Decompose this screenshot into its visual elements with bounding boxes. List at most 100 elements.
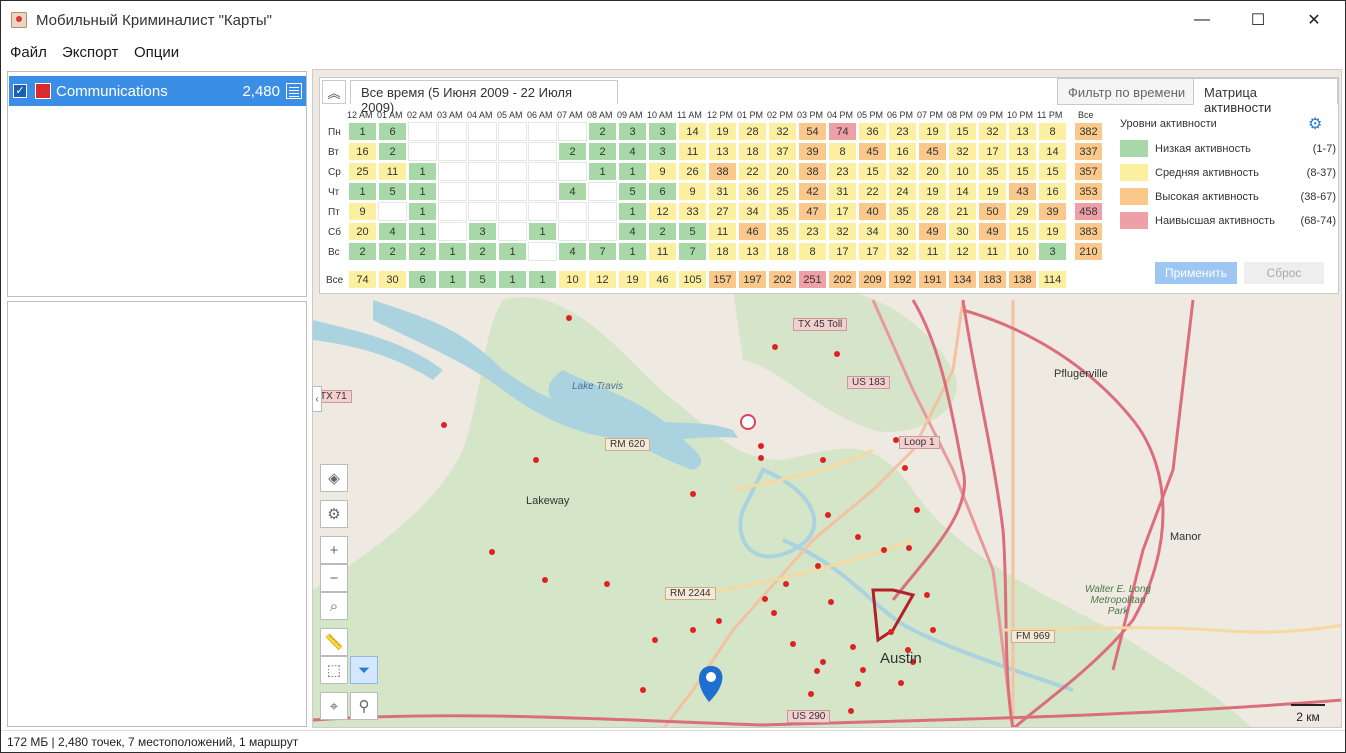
- matrix-cell[interactable]: 35: [768, 222, 797, 241]
- matrix-cell[interactable]: 2: [648, 222, 677, 241]
- matrix-cell[interactable]: [558, 202, 587, 221]
- matrix-cell[interactable]: 10: [948, 162, 977, 181]
- matrix-cell[interactable]: 2: [408, 242, 437, 261]
- matrix-cell[interactable]: [378, 202, 407, 221]
- maximize-button[interactable]: ☐: [1235, 1, 1281, 39]
- matrix-cell[interactable]: 11: [918, 242, 947, 261]
- matrix-cell[interactable]: 20: [918, 162, 947, 181]
- matrix-cell[interactable]: 13: [738, 242, 767, 261]
- matrix-cell[interactable]: 46: [738, 222, 767, 241]
- zoom-search-icon[interactable]: ⌕: [320, 592, 348, 620]
- matrix-cell[interactable]: [558, 162, 587, 181]
- matrix-cell[interactable]: 40: [858, 202, 887, 221]
- matrix-cell[interactable]: 19: [978, 182, 1007, 201]
- matrix-cell[interactable]: 38: [798, 162, 827, 181]
- matrix-cell[interactable]: 20: [768, 162, 797, 181]
- apply-button[interactable]: Применить: [1155, 262, 1237, 284]
- menu-options[interactable]: Опции: [134, 44, 179, 61]
- matrix-cell[interactable]: 34: [858, 222, 887, 241]
- matrix-cell[interactable]: [498, 162, 527, 181]
- matrix-cell[interactable]: 38: [708, 162, 737, 181]
- matrix-cell[interactable]: 18: [708, 242, 737, 261]
- zoom-in-button[interactable]: +: [320, 536, 348, 564]
- matrix-cell[interactable]: 23: [828, 162, 857, 181]
- matrix-cell[interactable]: 9: [648, 162, 677, 181]
- matrix-cell[interactable]: 2: [378, 142, 407, 161]
- matrix-cell[interactable]: [468, 202, 497, 221]
- matrix-cell[interactable]: 22: [858, 182, 887, 201]
- matrix-cell[interactable]: 7: [678, 242, 707, 261]
- matrix-cell[interactable]: 25: [348, 162, 377, 181]
- matrix-cell[interactable]: 18: [768, 242, 797, 261]
- matrix-cell[interactable]: 22: [738, 162, 767, 181]
- ruler-icon[interactable]: 📏: [320, 628, 348, 656]
- matrix-cell[interactable]: 8: [798, 242, 827, 261]
- matrix-cell[interactable]: 10: [1008, 242, 1037, 261]
- matrix-cell[interactable]: 3: [468, 222, 497, 241]
- route-pins-icon[interactable]: ⚲: [350, 692, 378, 720]
- matrix-cell[interactable]: [588, 222, 617, 241]
- matrix-cell[interactable]: 1: [438, 242, 467, 261]
- matrix-cell[interactable]: 19: [1038, 222, 1067, 241]
- matrix-cell[interactable]: 26: [678, 162, 707, 181]
- reset-button[interactable]: Сброс: [1244, 262, 1324, 284]
- matrix-cell[interactable]: 27: [708, 202, 737, 221]
- matrix-cell[interactable]: 4: [618, 222, 647, 241]
- matrix-cell[interactable]: 1: [618, 162, 647, 181]
- tab-time-filter[interactable]: Фильтр по времени: [1057, 78, 1197, 105]
- matrix-cell[interactable]: 33: [678, 202, 707, 221]
- matrix-cell[interactable]: 32: [828, 222, 857, 241]
- matrix-cell[interactable]: 3: [618, 122, 647, 141]
- matrix-cell[interactable]: 74: [828, 122, 857, 141]
- matrix-cell[interactable]: 15: [948, 122, 977, 141]
- matrix-cell[interactable]: 36: [858, 122, 887, 141]
- matrix-cell[interactable]: 3: [648, 122, 677, 141]
- matrix-cell[interactable]: 9: [348, 202, 377, 221]
- matrix-cell[interactable]: 28: [918, 202, 947, 221]
- tab-activity-matrix[interactable]: Матрица активности: [1193, 78, 1338, 115]
- matrix-cell[interactable]: 2: [468, 242, 497, 261]
- matrix-cell[interactable]: 35: [978, 162, 1007, 181]
- matrix-cell[interactable]: [468, 162, 497, 181]
- layer-row-communications[interactable]: ✓ Communications 2,480: [9, 76, 306, 106]
- matrix-cell[interactable]: 30: [948, 222, 977, 241]
- matrix-cell[interactable]: 45: [858, 142, 887, 161]
- matrix-cell[interactable]: 19: [918, 122, 947, 141]
- matrix-cell[interactable]: [558, 122, 587, 141]
- layer-checkbox[interactable]: ✓: [13, 84, 27, 98]
- close-button[interactable]: ✕: [1291, 1, 1337, 39]
- matrix-cell[interactable]: 35: [768, 202, 797, 221]
- matrix-cell[interactable]: 3: [648, 142, 677, 161]
- matrix-cell[interactable]: 1: [618, 242, 647, 261]
- matrix-cell[interactable]: 12: [648, 202, 677, 221]
- matrix-cell[interactable]: 2: [348, 242, 377, 261]
- select-area-icon[interactable]: ⬚: [320, 656, 348, 684]
- matrix-cell[interactable]: 24: [888, 182, 917, 201]
- matrix-cell[interactable]: 6: [648, 182, 677, 201]
- location-pin-icon[interactable]: ⌖: [320, 692, 348, 720]
- matrix-cell[interactable]: 15: [858, 162, 887, 181]
- matrix-cell[interactable]: 32: [978, 122, 1007, 141]
- matrix-cell[interactable]: 14: [948, 182, 977, 201]
- matrix-cell[interactable]: [468, 182, 497, 201]
- gear-icon[interactable]: ⚙: [1308, 114, 1326, 133]
- matrix-cell[interactable]: 31: [708, 182, 737, 201]
- matrix-cell[interactable]: 1: [588, 162, 617, 181]
- matrix-cell[interactable]: 29: [1008, 202, 1037, 221]
- matrix-cell[interactable]: 7: [588, 242, 617, 261]
- matrix-cell[interactable]: [528, 142, 557, 161]
- matrix-cell[interactable]: [438, 142, 467, 161]
- matrix-cell[interactable]: 1: [348, 182, 377, 201]
- matrix-cell[interactable]: 36: [738, 182, 767, 201]
- matrix-cell[interactable]: 13: [1008, 122, 1037, 141]
- matrix-cell[interactable]: 11: [378, 162, 407, 181]
- matrix-cell[interactable]: 11: [648, 242, 677, 261]
- menu-file[interactable]: Файл: [10, 44, 47, 61]
- matrix-cell[interactable]: 15: [1038, 162, 1067, 181]
- matrix-cell[interactable]: 2: [588, 122, 617, 141]
- matrix-cell[interactable]: [498, 202, 527, 221]
- matrix-cell[interactable]: 32: [948, 142, 977, 161]
- matrix-cell[interactable]: [468, 122, 497, 141]
- matrix-cell[interactable]: 19: [708, 122, 737, 141]
- matrix-cell[interactable]: 42: [798, 182, 827, 201]
